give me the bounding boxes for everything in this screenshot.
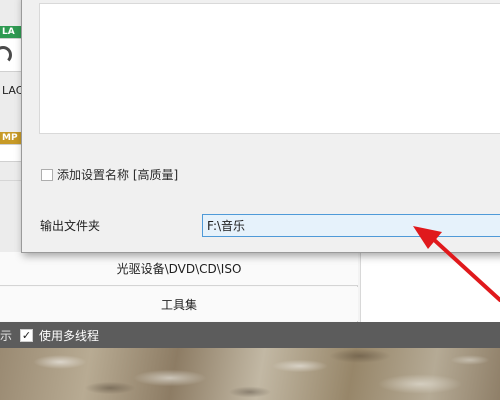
add-setting-name-label[interactable]: 添加设置名称 [高质量] <box>57 166 178 183</box>
settings-preview-area <box>39 3 500 134</box>
output-folder-input[interactable]: F:\音乐 <box>202 214 500 237</box>
add-setting-name-checkbox[interactable] <box>41 168 53 181</box>
add-setting-name-row: 添加设置名称 [高质量] <box>41 166 178 183</box>
right-panel <box>360 252 500 322</box>
left-empty-box <box>0 180 22 250</box>
toolbox-label: 工具集 <box>160 297 197 312</box>
optical-drive-button[interactable]: 光驱设备\DVD\CD\ISO <box>0 252 358 286</box>
format-name-text: LAC <box>2 84 22 97</box>
output-folder-label: 输出文件夹 <box>40 219 101 233</box>
format-tile-body <box>0 38 22 72</box>
multithread-label[interactable]: 使用多线程 <box>39 327 99 344</box>
status-bar: 示 ✓ 使用多线程 <box>0 322 500 348</box>
toolbox-button[interactable]: 工具集 <box>0 287 358 321</box>
optical-drive-label: 光驱设备\DVD\CD\ISO <box>116 262 242 276</box>
format-tile-label: LA <box>0 26 22 38</box>
headphones-icon <box>0 46 12 64</box>
category-panel: 光驱设备\DVD\CD\ISO 工具集 <box>0 252 358 322</box>
format-tile-body <box>0 144 22 162</box>
format-tile-label: MP <box>0 132 22 144</box>
desktop-wallpaper <box>0 348 500 400</box>
output-settings-dialog: 添加设置名称 [高质量] 输出文件夹 F:\音乐 <box>21 0 500 253</box>
format-tile-mp[interactable]: MP <box>0 132 22 162</box>
format-tile-flac[interactable]: LA <box>0 26 22 72</box>
format-list: LA LAC MP <box>0 0 22 252</box>
status-cut-text: 示 <box>0 328 13 343</box>
multithread-checkbox[interactable]: ✓ <box>20 328 34 342</box>
